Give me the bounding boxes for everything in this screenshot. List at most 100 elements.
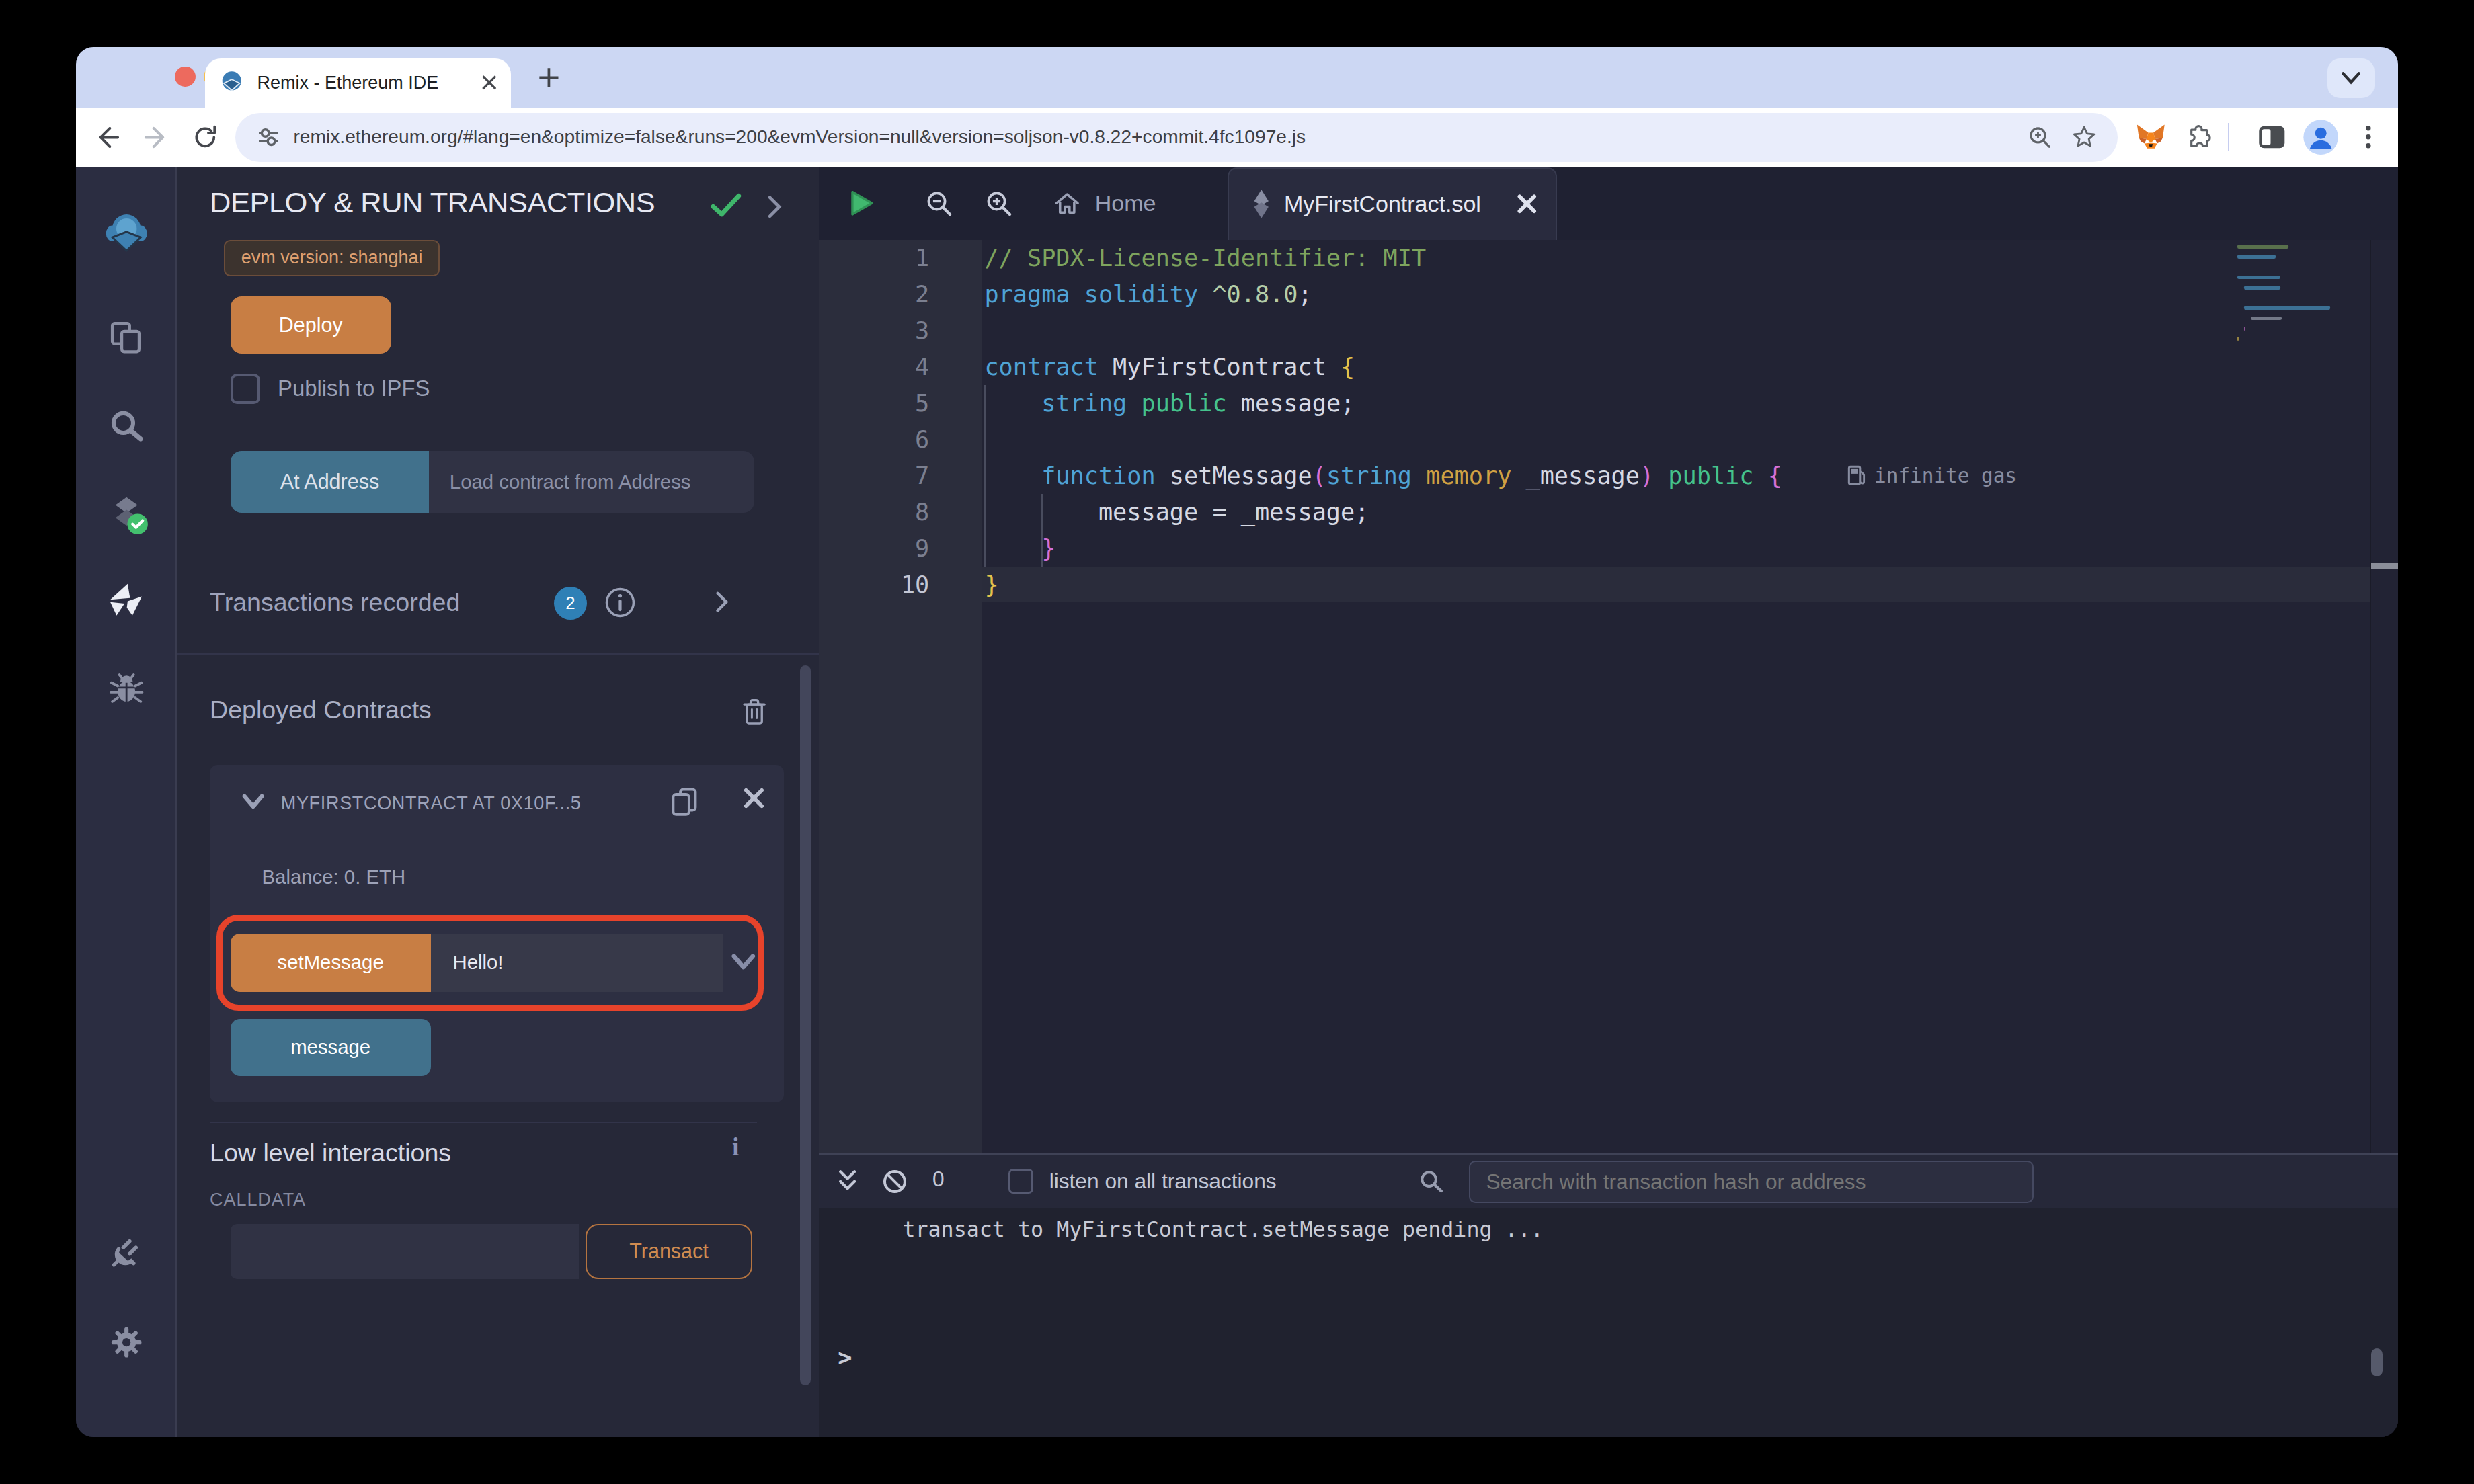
circle-slash-icon	[881, 1168, 908, 1195]
new-tab-button[interactable]	[532, 60, 567, 95]
remix-logo[interactable]	[76, 202, 177, 265]
publish-ipfs-label: Publish to IPFS	[278, 376, 430, 401]
terminal-clear-button[interactable]	[876, 1162, 914, 1200]
zoom-out-icon	[924, 188, 954, 218]
line-number: 6	[819, 421, 929, 458]
publish-ipfs-checkbox[interactable]	[231, 374, 261, 404]
transact-button[interactable]: Transact	[586, 1224, 753, 1279]
side-panel-icon	[2257, 124, 2287, 151]
metamask-extension-button[interactable]	[2132, 118, 2169, 156]
terminal-collapse-button[interactable]	[828, 1162, 866, 1200]
code-line: pragma solidity ^0.8.0;	[984, 276, 1312, 313]
listen-all-checkbox[interactable]	[1008, 1169, 1034, 1194]
code-line: string public message;	[984, 385, 1355, 421]
profile-button[interactable]	[2302, 118, 2340, 156]
three-dots-icon	[2356, 124, 2381, 150]
back-button[interactable]	[88, 118, 126, 156]
site-settings-icon[interactable]	[254, 123, 282, 151]
browser-tabstrip: Remix - Ethereum IDE	[76, 47, 2399, 107]
clear-contracts-trash-icon[interactable]	[740, 697, 768, 727]
zoom-in-button[interactable]	[980, 185, 1017, 222]
low-level-interactions-label: Low level interactions	[210, 1139, 451, 1167]
terminal-search-icon	[1418, 1168, 1445, 1195]
calldata-input[interactable]	[231, 1224, 580, 1279]
tab-home-label: Home	[1095, 190, 1156, 216]
solidity-file-icon	[1251, 188, 1272, 220]
terminal-prompt: >	[838, 1344, 852, 1371]
minimap-line	[2237, 255, 2276, 259]
line-number: 1	[819, 240, 929, 276]
transactions-recorded-label: Transactions recorded	[210, 588, 460, 617]
close-window-button[interactable]	[175, 67, 196, 87]
bookmark-star-icon[interactable]	[2070, 123, 2098, 151]
deploy-button[interactable]: Deploy	[231, 296, 391, 353]
sidebar-item-search[interactable]	[76, 395, 177, 458]
line-number: 4	[819, 349, 929, 385]
forward-button[interactable]	[137, 118, 175, 156]
profile-avatar	[2302, 118, 2340, 156]
code-line: message = _message;	[984, 494, 1369, 530]
run-script-button[interactable]	[842, 185, 880, 222]
sidebar-item-deploy-run[interactable]	[76, 569, 177, 632]
tab-search-button[interactable]	[2327, 58, 2375, 98]
panel-expand-chevron-icon[interactable]	[765, 194, 784, 220]
editor-tabbar: Home MyFirstContract.sol	[819, 167, 2398, 240]
extensions-puzzle-icon	[2185, 123, 2213, 151]
browser-window: Remix - Ethereum IDE remix.et	[76, 47, 2399, 1437]
terminal-search-input[interactable]	[1469, 1161, 2034, 1203]
line-number: 9	[819, 530, 929, 567]
editor-scroll-divider	[2370, 240, 2371, 1153]
sidebar-item-debugger[interactable]	[76, 658, 177, 721]
transactions-count-badge: 2	[554, 587, 587, 620]
reload-button[interactable]	[186, 118, 224, 156]
plus-icon	[538, 67, 560, 89]
minimap-line	[2244, 286, 2280, 290]
panel-scrollbar[interactable]	[800, 665, 811, 1385]
deploy-run-panel: DEPLOY & RUN TRANSACTIONS evm version: s…	[177, 167, 819, 1437]
at-address-button[interactable]: At Address	[231, 451, 430, 513]
message-button[interactable]: message	[231, 1019, 431, 1075]
side-panel-button[interactable]	[2253, 118, 2290, 156]
url-text[interactable]: remix.ethereum.org/#lang=en&optimize=fal…	[293, 126, 2026, 148]
tab-file-close-icon[interactable]	[1517, 194, 1538, 214]
contract-title[interactable]: MYFIRSTCONTRACT AT 0X10F...5	[281, 793, 660, 814]
forward-icon	[141, 122, 172, 153]
line-number: 5	[819, 385, 929, 421]
sidebar-item-settings[interactable]	[76, 1311, 177, 1374]
contract-collapse-chevron-icon[interactable]	[241, 793, 265, 811]
copy-address-icon[interactable]	[669, 786, 701, 821]
low-level-info-icon[interactable]: i	[732, 1132, 739, 1161]
address-bar[interactable]: remix.ethereum.org/#lang=en&optimize=fal…	[235, 113, 2118, 162]
minimap-line	[2251, 317, 2282, 321]
minimap-line	[2237, 337, 2239, 341]
contract-balance: Balance: 0. ETH	[262, 866, 406, 889]
zoom-out-button[interactable]	[920, 185, 957, 222]
browser-menu-button[interactable]	[2350, 118, 2387, 156]
terminal-body[interactable]: transact to MyFirstContract.setMessage p…	[819, 1208, 2398, 1437]
zoom-page-icon[interactable]	[2026, 123, 2054, 151]
sidebar-item-solidity-compiler[interactable]	[76, 481, 177, 544]
remove-contract-icon[interactable]	[743, 787, 765, 809]
tab-close-icon[interactable]	[481, 75, 497, 90]
tab-myfirstcontract[interactable]: MyFirstContract.sol	[1228, 167, 1558, 240]
terminal-listen-count: 0	[932, 1167, 945, 1192]
code-line: }	[984, 567, 998, 603]
screen: Remix - Ethereum IDE remix.et	[0, 0, 2474, 1484]
at-address-input[interactable]: Load contract from Address	[429, 451, 754, 513]
section-divider	[210, 1122, 757, 1123]
transactions-expand-chevron-icon[interactable]	[713, 590, 731, 614]
transactions-info-icon[interactable]	[604, 587, 636, 618]
zoom-in-icon	[984, 188, 1014, 218]
back-icon	[91, 122, 123, 153]
tab-file-label: MyFirstContract.sol	[1284, 191, 1517, 217]
browser-tab[interactable]: Remix - Ethereum IDE	[205, 58, 511, 108]
extensions-button[interactable]	[2180, 118, 2218, 156]
tab-home[interactable]: Home	[1052, 167, 1156, 240]
code-editor[interactable]: 12345678910 // SPDX-License-Identifier: …	[819, 240, 2398, 1153]
sidebar-item-file-explorer[interactable]	[76, 306, 177, 369]
minimap-line	[2237, 276, 2280, 280]
terminal: 0 listen on all transactions transact to…	[819, 1153, 2398, 1437]
terminal-scrollbar[interactable]	[2371, 1348, 2382, 1376]
gas-pump-icon	[1847, 465, 1866, 486]
sidebar-item-plugin-manager[interactable]	[76, 1221, 177, 1284]
